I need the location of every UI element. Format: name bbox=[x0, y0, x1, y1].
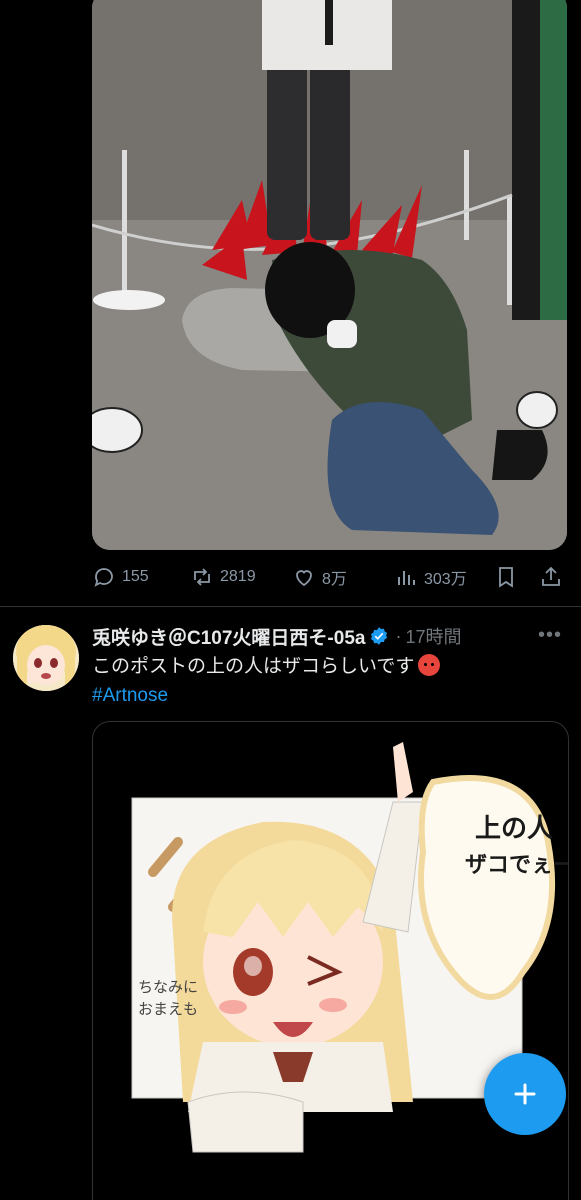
avatar-illustration bbox=[13, 625, 79, 691]
share-icon bbox=[542, 566, 560, 586]
bar-chart-icon bbox=[398, 571, 415, 585]
like-count: 8万 bbox=[322, 571, 347, 588]
views-button[interactable]: 303万 bbox=[394, 563, 467, 591]
repost-count: 2819 bbox=[220, 568, 256, 585]
hashtag-link[interactable]: #Artnose bbox=[92, 681, 168, 711]
heart-icon bbox=[296, 570, 312, 587]
side-text-line1: ちなみに bbox=[138, 978, 198, 996]
repost-icon bbox=[194, 568, 210, 586]
plus-icon bbox=[514, 1083, 536, 1105]
post-header: 兎咲ゆき＠C107火曜日西そ-05a · 17時間 ••• bbox=[92, 622, 572, 650]
reply-button[interactable]: 155 bbox=[92, 563, 149, 591]
post-divider bbox=[0, 606, 581, 607]
post-action-bar: 155 2819 8万 303万 bbox=[92, 560, 567, 594]
timeline: 155 2819 8万 303万 兎咲ゆき＠C107火曜日西そ-05a · 17… bbox=[0, 0, 581, 1200]
view-count: 303万 bbox=[424, 571, 467, 588]
avatar[interactable] bbox=[13, 625, 79, 691]
reply-icon bbox=[94, 568, 113, 587]
bookmark-button[interactable] bbox=[494, 563, 518, 591]
share-button[interactable] bbox=[539, 563, 563, 591]
speech-text-line2: ザコでぇーす! bbox=[465, 853, 568, 878]
photo-illustration bbox=[92, 0, 567, 550]
repost-button[interactable]: 2819 bbox=[190, 563, 256, 591]
bookmark-icon bbox=[499, 567, 513, 588]
post-image[interactable]: 上の人 ザコでぇーす! ちなみに おまえも bbox=[92, 721, 569, 1200]
manga-illustration: 上の人 ザコでぇーす! ちなみに おまえも bbox=[131, 742, 568, 1153]
more-options-icon[interactable]: ••• bbox=[538, 624, 562, 647]
like-button[interactable]: 8万 bbox=[292, 563, 347, 591]
side-text-line2: おまえも bbox=[138, 1000, 198, 1018]
speech-text-line1: 上の人 bbox=[475, 814, 553, 844]
compose-button[interactable] bbox=[484, 1053, 566, 1135]
reply-count: 155 bbox=[122, 568, 149, 585]
post-text-body: このポストの上の人はザコらしいです bbox=[92, 656, 415, 677]
verified-badge-icon bbox=[371, 627, 388, 645]
separator-dot: · bbox=[395, 625, 402, 646]
post-time[interactable]: 17時間 bbox=[405, 623, 461, 649]
post-photo[interactable] bbox=[92, 0, 567, 550]
angry-face-icon bbox=[418, 654, 441, 676]
author-name[interactable]: 兎咲ゆき＠C107火曜日西そ-05a bbox=[92, 623, 365, 650]
post-text: このポストの上の人はザコらしいです bbox=[92, 652, 562, 682]
